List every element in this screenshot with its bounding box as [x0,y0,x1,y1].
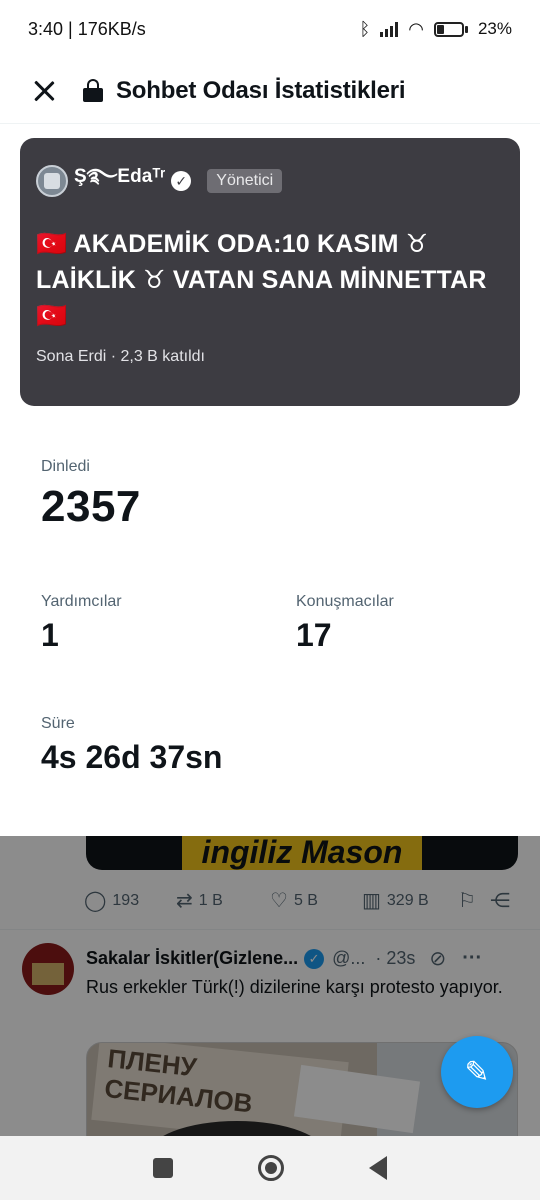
system-nav-bar [0,1136,540,1200]
recents-icon[interactable] [152,1158,173,1178]
lock-icon [82,78,104,103]
compose-feather-icon: ✎ [464,1055,490,1089]
stat-value: 1 [41,617,59,653]
space-meta: Sona Erdi · 2,3 B katıldı [36,348,205,365]
signal-icon [380,21,399,37]
stat-helpers: Yardımcılar 1 [41,593,122,654]
bluetooth-icon: ᛒ [359,18,371,39]
stat-duration: Süre 4s 26d 37sn [41,715,222,776]
back-icon[interactable] [369,1156,388,1180]
status-bar: 3:40 | 176KB/s ᛒ ◠ 23% [0,0,540,58]
stat-value: 17 [296,617,332,653]
stat-value: 2357 [41,482,141,531]
stat-speakers: Konuşmacılar 17 [296,593,394,654]
space-card[interactable]: Ş࿐Edaᵀʳ ✓ Yönetici 🇹🇷 AKADEMİK ODA:10 KA… [20,138,520,406]
top-header: Sohbet Odası İstatistikleri [0,58,540,124]
stat-label: Yardımcılar [41,593,122,610]
wifi-icon: ◠ [408,18,424,39]
host-row: Ş࿐Edaᵀʳ ✓ Yönetici [36,154,504,208]
stat-label: Süre [41,715,75,732]
host-name: Ş࿐Edaᵀʳ [74,166,166,187]
home-icon[interactable] [257,1155,284,1181]
verified-icon: ✓ [171,171,192,191]
stat-value: 4s 26d 37sn [41,739,223,775]
close-icon[interactable] [30,77,58,105]
background-feed: ingiliz Mason ◯ 193 ⇄ 1 B ♡ 5 B ▥ 329 B … [0,836,540,1136]
battery-icon [433,21,468,37]
stat-listened: Dinledi 2357 [41,458,141,532]
status-time: 3:40 | 176KB/s [28,18,146,39]
battery-percent: 23% [477,19,512,38]
stat-label: Konuşmacılar [296,593,394,610]
stat-label: Dinledi [41,458,90,475]
space-title: 🇹🇷 AKADEMİK ODA:10 KASIM ♉︎ LAİKLİK ♉︎ V… [36,230,487,330]
compose-button[interactable]: ✎ [441,1036,513,1108]
page-title: Sohbet Odası İstatistikleri [116,76,406,104]
status-icons: ᛒ ◠ 23% [359,19,512,40]
role-badge: Yönetici [207,169,283,193]
avatar[interactable] [36,165,68,197]
